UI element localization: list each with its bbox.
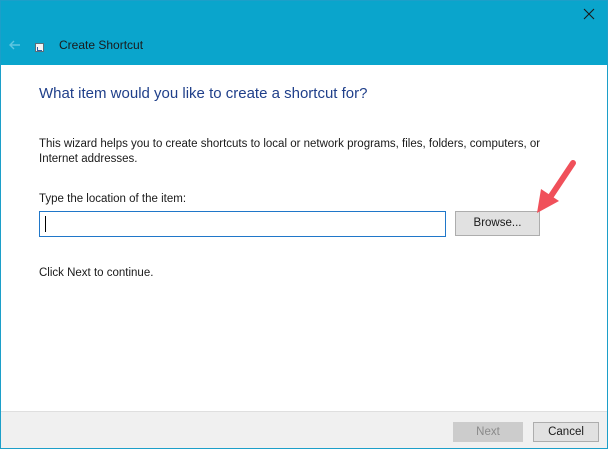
location-label: Type the location of the item: bbox=[39, 193, 187, 205]
create-shortcut-window: Create Shortcut What item would you like… bbox=[0, 0, 608, 449]
title-bar: Create Shortcut bbox=[1, 1, 607, 65]
cancel-button[interactable]: Cancel bbox=[533, 422, 599, 442]
text-caret bbox=[45, 216, 46, 232]
next-button[interactable]: Next bbox=[453, 422, 523, 442]
page-title: What item would you like to create a sho… bbox=[39, 85, 368, 102]
window-title: Create Shortcut bbox=[59, 38, 144, 52]
wizard-description: This wizard helps you to create shortcut… bbox=[39, 138, 541, 165]
wizard-footer: Next Cancel bbox=[1, 411, 607, 448]
red-arrow-icon bbox=[537, 160, 576, 213]
location-input[interactable] bbox=[39, 211, 446, 237]
browse-button[interactable]: Browse... bbox=[455, 211, 540, 236]
back-arrow-icon[interactable] bbox=[5, 35, 25, 55]
close-icon[interactable] bbox=[577, 3, 601, 25]
continue-instruction: Click Next to continue. bbox=[39, 267, 154, 279]
wizard-content: What item would you like to create a sho… bbox=[1, 65, 607, 417]
shortcut-icon bbox=[35, 43, 44, 52]
